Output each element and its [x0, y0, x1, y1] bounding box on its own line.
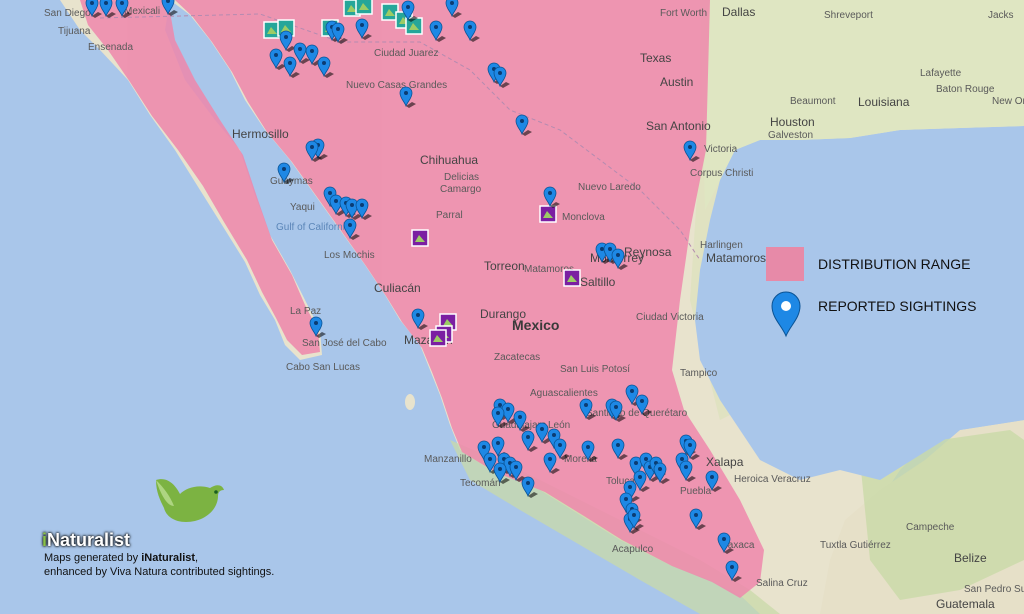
- label-gulf-of-california: Gulf of California: [276, 222, 351, 233]
- label-zacatecas: Zacatecas: [494, 352, 540, 363]
- label-tecoman: Tecomán: [460, 478, 501, 489]
- label-san-antonio: San Antonio: [646, 119, 711, 133]
- label-ciudad-juarez: Ciudad Juarez: [374, 48, 438, 59]
- label-harlingen: Harlingen: [700, 240, 743, 251]
- label-acapulco: Acapulco: [612, 544, 654, 555]
- label-guatemala: Guatemala: [936, 597, 995, 611]
- label-country-mexico: Mexico: [512, 317, 559, 333]
- label-cabo-san-lucas: Cabo San Lucas: [286, 362, 360, 373]
- label-xalapa: Xalapa: [706, 455, 744, 469]
- label-veracruz: Heroica Veracruz: [734, 474, 811, 485]
- label-tuxtla: Tuxtla Gutiérrez: [820, 540, 891, 551]
- label-los-mochis: Los Mochis: [324, 250, 375, 261]
- label-torreon: Torreon: [484, 259, 525, 273]
- label-camargo: Camargo: [440, 184, 482, 195]
- label-aguascalientes: Aguascalientes: [530, 388, 598, 399]
- photo-observation-marker[interactable]: [539, 205, 557, 223]
- label-tampico: Tampico: [680, 368, 718, 379]
- label-galveston: Galveston: [768, 130, 813, 141]
- label-san-jose-del-cabo: San José del Cabo: [302, 338, 387, 349]
- label-lafayette: Lafayette: [920, 68, 962, 79]
- label-culiacan: Culiacán: [374, 281, 421, 295]
- label-matamoros: Matamoros: [706, 251, 766, 265]
- label-manzanillo: Manzanillo: [424, 454, 472, 465]
- label-campeche: Campeche: [906, 522, 955, 533]
- photo-observation-marker[interactable]: [429, 329, 447, 347]
- label-ciudad-victoria: Ciudad Victoria: [636, 312, 704, 323]
- photo-observation-marker[interactable]: [411, 229, 429, 247]
- label-guaymas: Guaymas: [270, 176, 313, 187]
- brand-name: Naturalist: [47, 530, 131, 550]
- label-ensenada: Ensenada: [88, 42, 133, 53]
- label-corpus-christi: Corpus Christi: [690, 168, 753, 179]
- label-beaumont: Beaumont: [790, 96, 836, 107]
- label-victoria: Victoria: [704, 144, 738, 155]
- credit-strong: iNaturalist: [141, 552, 196, 564]
- photo-observation-marker[interactable]: [405, 17, 423, 35]
- label-monclova: Monclova: [562, 212, 605, 223]
- label-fort-worth: Fort Worth: [660, 8, 707, 19]
- label-chihuahua: Chihuahua: [420, 153, 478, 167]
- credit-line-2: enhanced by Viva Natura contributed sigh…: [44, 566, 275, 578]
- credit-line-1: Maps generated by iNaturalist,: [44, 552, 198, 564]
- island-islas-marias: [405, 394, 415, 410]
- legend-range-label: DISTRIBUTION RANGE: [818, 256, 970, 272]
- label-salina-cruz: Salina Cruz: [756, 578, 808, 589]
- photo-observation-marker[interactable]: [355, 0, 373, 15]
- label-delicias: Delicias: [444, 172, 479, 183]
- label-san-diego: San Diego: [44, 8, 91, 19]
- credit-prefix: Maps generated by: [44, 552, 142, 564]
- credit-suffix: ,: [195, 552, 199, 564]
- label-tijuana: Tijuana: [58, 26, 91, 37]
- label-yaqui: Yaqui: [290, 202, 315, 213]
- legend-sightings-label: REPORTED SIGHTINGS: [818, 298, 976, 314]
- label-puebla: Puebla: [680, 486, 712, 497]
- label-houston: Houston: [770, 115, 815, 129]
- label-hermosillo: Hermosillo: [232, 127, 289, 141]
- label-texas: Texas: [640, 51, 671, 65]
- label-baton-rouge: Baton Rouge: [936, 84, 995, 95]
- legend-range-swatch: [766, 247, 804, 281]
- label-louisiana: Louisiana: [858, 95, 910, 109]
- inaturalist-bird-logo: [156, 479, 224, 522]
- label-dallas: Dallas: [722, 5, 755, 19]
- label-austin: Austin: [660, 75, 693, 89]
- label-nuevo-laredo: Nuevo Laredo: [578, 182, 641, 193]
- label-san-pedro-sula: San Pedro Sula: [964, 584, 1024, 595]
- label-jackson: Jacks: [988, 10, 1014, 21]
- label-shreveport: Shreveport: [824, 10, 873, 21]
- label-san-luis-potosi: San Luis Potosí: [560, 364, 630, 375]
- label-new-orleans: New Orl: [992, 96, 1024, 107]
- label-parral: Parral: [436, 210, 463, 221]
- label-nuevo-casas-grandes: Nuevo Casas Grandes: [346, 80, 447, 91]
- photo-observation-marker[interactable]: [563, 269, 581, 287]
- label-la-paz: La Paz: [290, 306, 321, 317]
- inaturalist-wordmark: iNaturalist: [42, 530, 130, 551]
- label-santiago-de-queretaro: Santiago de Querétaro: [586, 408, 688, 419]
- label-belize: Belize: [954, 551, 987, 565]
- label-saltillo: Saltillo: [580, 275, 616, 289]
